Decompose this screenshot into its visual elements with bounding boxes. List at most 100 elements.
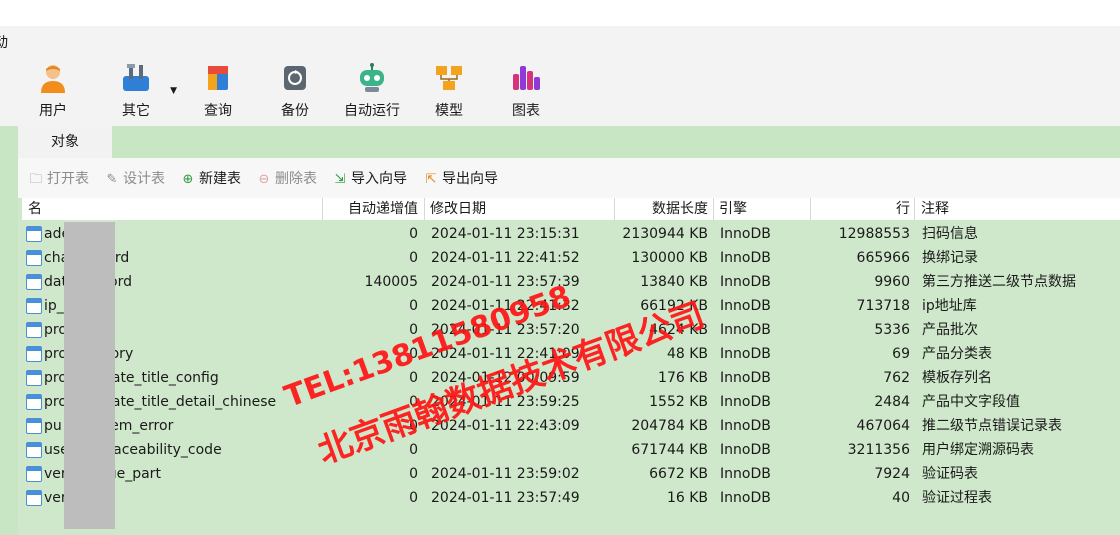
column-header-comment[interactable]: 注释 — [921, 198, 949, 220]
column-header-rows[interactable]: 行 — [812, 198, 910, 220]
column-divider[interactable] — [322, 198, 323, 220]
backup-icon — [284, 66, 306, 90]
ribbon-chart-button[interactable]: 图表 — [491, 56, 561, 126]
table-row[interactable]: cha l_record02024-01-11 22:41:52130000 K… — [22, 246, 1120, 270]
export-wizard-label: 导出向导 — [442, 171, 498, 187]
table-icon — [26, 370, 42, 386]
robot-icon — [360, 63, 384, 92]
ribbon-label: 模型 — [435, 103, 463, 119]
cell-comment: 第三方推送二级节点数据 — [922, 274, 1076, 290]
tab-objects[interactable]: 对象 — [18, 126, 112, 158]
cell-engine: InnoDB — [720, 298, 771, 314]
tools-icon — [123, 64, 149, 91]
cell-rows: 7924 — [874, 466, 910, 482]
cell-comment: 用户绑定溯源码表 — [922, 442, 1034, 458]
menu-bar: 动 — [0, 26, 1120, 56]
column-header-engine[interactable]: 引擎 — [719, 198, 747, 220]
cell-engine: InnoDB — [720, 346, 771, 362]
delete-table-button[interactable]: ⊖ 删除表 — [256, 169, 317, 189]
ribbon-other-button[interactable]: 其它 ▼ — [101, 56, 177, 126]
minus-icon: ⊖ — [258, 172, 270, 187]
import-wizard-button[interactable]: ⇲ 导入向导 — [332, 169, 407, 189]
table-icon — [26, 418, 42, 434]
column-divider[interactable] — [914, 198, 915, 220]
cell-modified: 2024-01-11 23:15:31 — [431, 226, 580, 242]
cell-engine: InnoDB — [720, 250, 771, 266]
ribbon-query-button[interactable]: 查询 — [183, 56, 253, 126]
open-table-button[interactable]: 🗀 打开表 — [28, 169, 89, 189]
new-table-button[interactable]: ⊕ 新建表 — [180, 169, 241, 189]
cell-engine: InnoDB — [720, 274, 771, 290]
cell-modified: 2024-01-11 23:57:49 — [431, 490, 580, 506]
column-divider[interactable] — [614, 198, 615, 220]
cell-rows: 69 — [892, 346, 910, 362]
cell-rows: 5336 — [874, 322, 910, 338]
cell-rows: 467064 — [856, 418, 910, 434]
cell-comment: 产品批次 — [922, 322, 978, 338]
folder-icon: 🗀 — [29, 172, 43, 187]
cell-modified: 2024-01-11 22:41:52 — [431, 250, 580, 266]
column-header-modified[interactable]: 修改日期 — [430, 198, 486, 220]
ribbon-model-button[interactable]: 模型 — [414, 56, 484, 126]
cell-modified: 2024-01-11 23:59:02 — [431, 466, 580, 482]
cell-engine: InnoDB — [720, 466, 771, 482]
ribbon-backup-button[interactable]: 备份 — [260, 56, 330, 126]
table-icon — [26, 466, 42, 482]
cell-rows: 665966 — [856, 250, 910, 266]
cell-comment: 产品中文字段值 — [922, 394, 1020, 410]
cell-rows: 12988553 — [838, 226, 910, 242]
cell-comment: 推二级节点错误记录表 — [922, 418, 1062, 434]
table-icon — [26, 274, 42, 290]
table-row[interactable]: ade nfo02024-01-11 23:15:312130944 KBInn… — [22, 222, 1120, 246]
cell-comment: 产品分类表 — [922, 346, 992, 362]
cell-data-length: 204784 KB — [631, 418, 708, 434]
left-panel-edge — [0, 126, 18, 535]
table-row[interactable]: pu e_system_error 0 2024-01-11 22:43:09 204… — [22, 414, 1120, 438]
cell-engine: InnoDB — [720, 490, 771, 506]
cell-comment: 验证过程表 — [922, 490, 992, 506]
title-bar — [0, 0, 1120, 26]
table-icon — [26, 346, 42, 362]
redaction-block — [64, 222, 115, 529]
menu-item[interactable]: 动 — [0, 32, 8, 52]
cell-rows: 3211356 — [847, 442, 910, 458]
table-row[interactable]: ver n_value_part 0 2024-01-11 23:59:02 6672… — [22, 462, 1120, 486]
table-row[interactable]: ver r_time02024-01-11 23:57:4916 KBInnoD… — [22, 486, 1120, 510]
grid-header: 名 自动递增值 修改日期 数据长度 引擎 行 注释 — [22, 198, 1120, 220]
ribbon-label: 用户 — [39, 103, 67, 119]
table-icon — [26, 394, 42, 410]
chevron-down-icon[interactable]: ▼ — [170, 86, 177, 96]
open-table-label: 打开表 — [47, 171, 89, 187]
new-table-label: 新建表 — [199, 171, 241, 187]
cell-auto-increment: 0 — [409, 226, 418, 242]
cell-engine: InnoDB — [720, 442, 771, 458]
cell-comment: ip地址库 — [922, 298, 977, 314]
export-wizard-button[interactable]: ⇱ 导出向导 — [423, 169, 498, 189]
design-table-button[interactable]: ✎ 设计表 — [104, 169, 165, 189]
table-row[interactable]: pro template_title_detail_chinese 0 2024-0… — [22, 390, 1120, 414]
ribbon-label: 其它 — [122, 103, 150, 119]
cell-auto-increment: 0 — [409, 250, 418, 266]
import-icon: ⇲ — [334, 172, 346, 187]
column-header-data-length[interactable]: 数据长度 — [616, 198, 708, 220]
cell-rows: 2484 — [874, 394, 910, 410]
table-row[interactable]: use ing_traceability_code 0 671744 KB InnoD… — [22, 438, 1120, 462]
column-divider[interactable] — [713, 198, 714, 220]
cell-auto-increment: 0 — [409, 490, 418, 506]
cell-auto-increment: 0 — [409, 298, 418, 314]
column-header-auto-increment[interactable]: 自动递增值 — [324, 198, 418, 220]
cell-comment: 模板存列名 — [922, 370, 992, 386]
cell-engine: InnoDB — [720, 226, 771, 242]
chart-icon — [513, 66, 540, 90]
column-divider[interactable] — [810, 198, 811, 220]
cell-engine: InnoDB — [720, 370, 771, 386]
table-row[interactable]: dat n_record1400052024-01-11 23:57:39138… — [22, 270, 1120, 294]
cell-comment: 扫码信息 — [922, 226, 978, 242]
cell-data-length: 176 KB — [658, 370, 708, 386]
cell-modified — [431, 438, 611, 462]
cell-data-length: 130000 KB — [631, 250, 708, 266]
column-header-name[interactable]: 名 — [28, 198, 42, 220]
ribbon-autorun-button[interactable]: 自动运行 — [337, 56, 407, 126]
ribbon-user-button[interactable]: 用户 — [18, 56, 88, 126]
column-divider[interactable] — [424, 198, 425, 220]
